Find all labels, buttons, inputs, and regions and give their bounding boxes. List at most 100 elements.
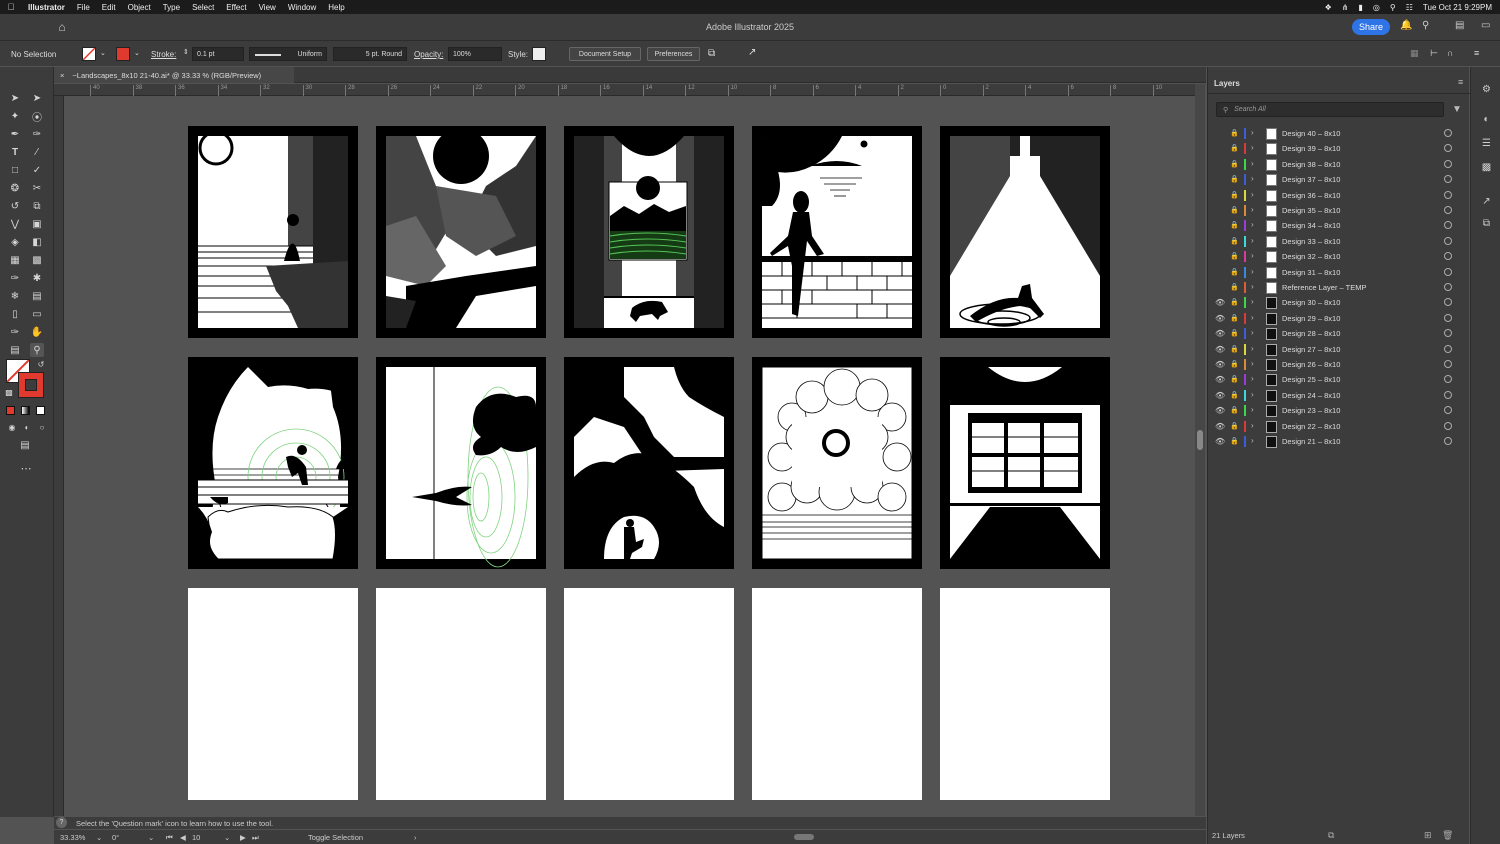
lock-icon[interactable]: 🔒 (1230, 406, 1239, 414)
menu-object[interactable]: Object (122, 3, 157, 12)
chevron-right-icon[interactable]: › (1251, 190, 1254, 199)
brush-definition[interactable]: 5 pt. Round (333, 47, 407, 61)
layer-name[interactable]: Design 26 – 8x10 (1282, 360, 1340, 369)
panel-menu-icon[interactable]: ≡ (1458, 77, 1463, 87)
type-tool-icon[interactable]: T (8, 145, 22, 159)
free-transform-icon[interactable]: ▣ (30, 217, 44, 231)
visibility-eye-icon[interactable]: 👁 (1215, 422, 1225, 431)
layer-name[interactable]: Design 21 – 8x10 (1282, 437, 1340, 446)
libraries-icon[interactable]: ▩ (1480, 161, 1493, 174)
zoom-field[interactable]: 33.33% (60, 833, 85, 842)
preferences-button[interactable]: Preferences (647, 47, 700, 61)
artboard-design-21[interactable] (940, 357, 1110, 569)
fill-swatch[interactable] (82, 47, 96, 61)
layers-panel-title[interactable]: Layers (1214, 79, 1240, 88)
live-paint-icon[interactable]: ◧ (30, 235, 44, 249)
close-icon[interactable]: × (60, 71, 64, 80)
filter-icon[interactable]: ▼ (1452, 104, 1462, 115)
battery-icon[interactable]: ▮ (1359, 3, 1363, 12)
target-icon[interactable] (1444, 360, 1452, 368)
target-icon[interactable] (1444, 206, 1452, 214)
layer-name[interactable]: Design 34 – 8x10 (1282, 221, 1340, 230)
align-icon[interactable]: ▦ (1410, 48, 1419, 59)
artboard-design-29[interactable] (376, 126, 546, 338)
layer-name[interactable]: Design 27 – 8x10 (1282, 345, 1340, 354)
stroke-swatch[interactable] (116, 47, 130, 61)
target-icon[interactable] (1444, 283, 1452, 291)
rectangle-tool-icon[interactable]: □ (8, 163, 22, 177)
clock[interactable]: Tue Oct 21 9:29PM (1423, 3, 1492, 12)
lock-icon[interactable]: 🔒 (1230, 345, 1239, 353)
layer-row[interactable]: 🔒 › Design 40 – 8x10 (1208, 126, 1458, 141)
target-icon[interactable] (1444, 298, 1452, 307)
lock-icon[interactable]: 🔒 (1230, 360, 1239, 368)
export-panel-icon[interactable]: ↗ (1480, 195, 1493, 208)
scale-tool-icon[interactable]: ⧉ (30, 199, 44, 213)
target-icon[interactable] (1444, 175, 1452, 184)
color-mode-icon[interactable] (6, 406, 15, 415)
layer-row[interactable]: 🔒 › Design 36 – 8x10 (1208, 188, 1458, 203)
chevron-right-icon[interactable]: › (1251, 282, 1254, 291)
layer-row[interactable]: 🔒 › Design 31 – 8x10 (1208, 265, 1458, 280)
line-tool-icon[interactable]: ⁄ (30, 145, 44, 159)
lock-icon[interactable]: 🔒 (1230, 191, 1239, 199)
chevron-down-icon[interactable]: ⌄ (96, 833, 102, 842)
chevron-right-icon[interactable]: › (1251, 405, 1254, 414)
last-artboard-icon[interactable]: ⏭ (252, 833, 259, 843)
artboard-blank-1[interactable] (188, 588, 358, 800)
layer-row[interactable]: 👁 🔒 › Design 24 – 8x10 (1208, 388, 1458, 403)
layer-row[interactable]: 👁 🔒 › Design 25 – 8x10 (1208, 372, 1458, 387)
chevron-right-icon[interactable]: › (1251, 159, 1254, 168)
collect-for-export-icon[interactable]: ⧉ (1328, 830, 1334, 841)
vertical-ruler[interactable] (54, 96, 64, 816)
dropbox-icon[interactable]: ❖ (1325, 3, 1332, 12)
artboard-design-27[interactable] (752, 126, 922, 338)
shape-builder-icon[interactable]: ◈ (8, 235, 22, 249)
artboard-blank-4[interactable] (752, 588, 922, 800)
layer-row[interactable]: 👁 🔒 › Design 30 – 8x10 (1208, 295, 1458, 310)
more-options-icon[interactable]: ≡ (1474, 48, 1479, 58)
layer-row[interactable]: 👁 🔒 › Design 23 – 8x10 (1208, 403, 1458, 418)
layer-name[interactable]: Design 28 – 8x10 (1282, 329, 1340, 338)
chevron-right-icon[interactable]: › (1251, 205, 1254, 214)
previous-artboard-icon[interactable]: ◀ (180, 833, 186, 842)
rotation-field[interactable]: 0° (112, 833, 119, 842)
target-icon[interactable] (1444, 375, 1452, 384)
width-tool-icon[interactable]: ⋁ (8, 217, 22, 231)
layer-name[interactable]: Design 25 – 8x10 (1282, 375, 1340, 384)
share-button[interactable]: Share (1352, 19, 1390, 35)
layer-row[interactable]: 👁 🔒 › Design 22 – 8x10 (1208, 419, 1458, 434)
stepper-icon[interactable]: ⇕ (183, 48, 189, 56)
lock-icon[interactable]: 🔒 (1230, 129, 1239, 137)
layer-row[interactable]: 👁 🔒 › Design 28 – 8x10 (1208, 326, 1458, 341)
magic-wand-icon[interactable]: ✦ (8, 109, 22, 123)
target-icon[interactable] (1444, 437, 1452, 445)
workspace-icon[interactable]: ▤ (1455, 20, 1464, 31)
control-center-icon[interactable]: ☷ (1406, 3, 1413, 12)
gradient-mode-icon[interactable] (21, 406, 30, 415)
document-setup-button[interactable]: Document Setup (569, 47, 641, 61)
layer-row[interactable]: 👁 🔒 › Design 26 – 8x10 (1208, 357, 1458, 372)
opacity-label[interactable]: Opacity: (414, 50, 443, 59)
menu-edit[interactable]: Edit (96, 3, 122, 12)
artboard-tool-icon[interactable]: ▤ (30, 289, 44, 303)
layer-row[interactable]: 🔒 › Design 38 – 8x10 (1208, 157, 1458, 172)
chevron-right-icon[interactable]: › (1251, 313, 1254, 322)
layer-name[interactable]: Design 23 – 8x10 (1282, 406, 1340, 415)
properties-icon[interactable]: ⚙ (1480, 83, 1493, 96)
menu-help[interactable]: Help (322, 3, 350, 12)
layer-row[interactable]: 🔒 › Design 37 – 8x10 (1208, 172, 1458, 187)
layer-name[interactable]: Design 24 – 8x10 (1282, 391, 1340, 400)
chevron-right-icon[interactable]: › (1251, 390, 1254, 399)
artboard-blank-5[interactable] (940, 588, 1110, 800)
canvas[interactable] (64, 96, 1195, 816)
target-icon[interactable] (1444, 159, 1452, 168)
mesh-tool-icon[interactable]: ▦ (8, 253, 22, 267)
home-icon[interactable]: ⌂ (54, 19, 70, 35)
chevron-right-icon[interactable]: › (1251, 128, 1254, 137)
layer-row[interactable]: 🔒 › Design 32 – 8x10 (1208, 249, 1458, 264)
menu-file[interactable]: File (71, 3, 96, 12)
layer-row[interactable]: 🔒 › Design 33 – 8x10 (1208, 234, 1458, 249)
distribute-icon[interactable]: ⊢ (1430, 48, 1438, 59)
visibility-eye-icon[interactable]: 👁 (1215, 391, 1225, 400)
